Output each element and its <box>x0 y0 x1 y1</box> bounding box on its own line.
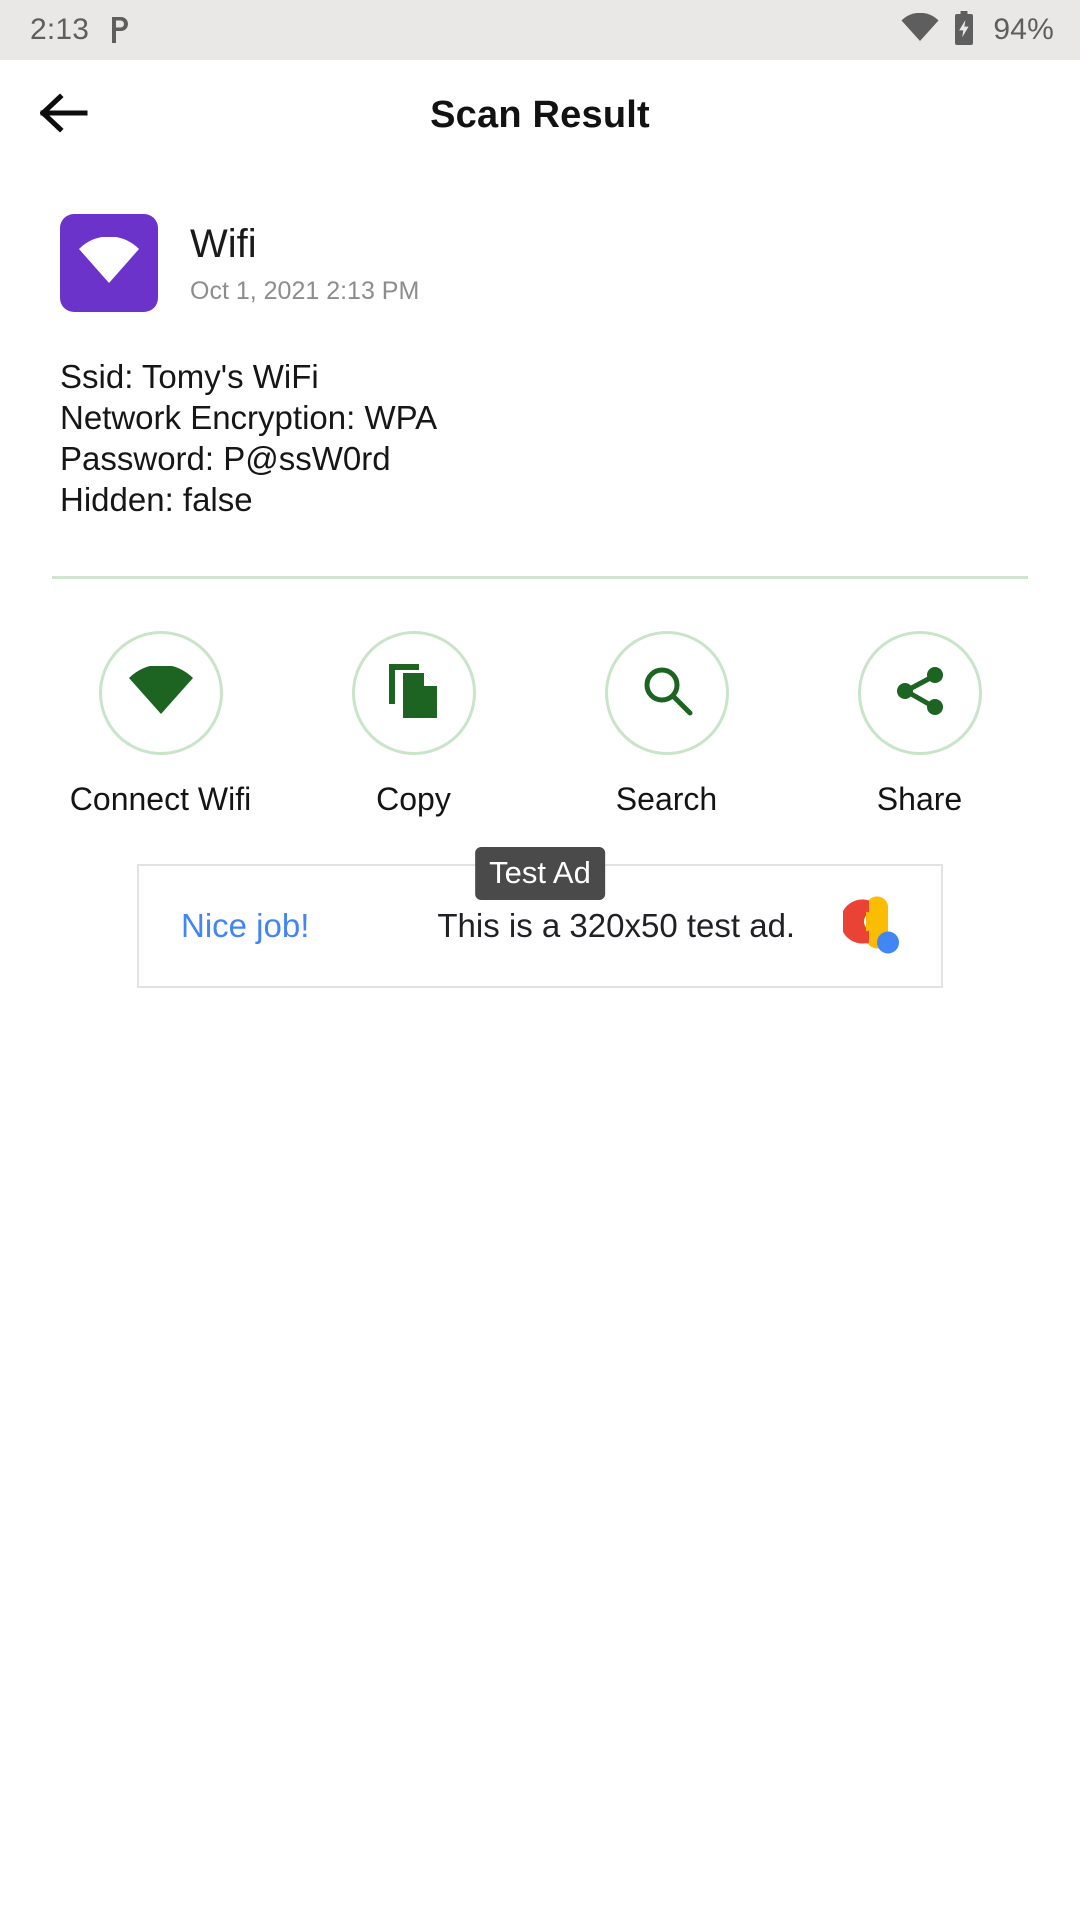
pushbullet-p-icon <box>109 15 131 45</box>
detail-line-ssid: Ssid: Tomy's WiFi <box>60 358 319 395</box>
status-bar-right: 94% <box>901 10 1054 50</box>
wifi-icon <box>901 12 939 48</box>
detail-line-hidden: Hidden: false <box>60 481 253 518</box>
status-bar-left: 2:13 <box>30 13 131 47</box>
scan-result-details: Ssid: Tomy's WiFi Network Encryption: WP… <box>60 356 1080 520</box>
search-icon <box>638 662 696 725</box>
action-search-circle[interactable] <box>604 631 729 755</box>
ad-banner[interactable]: Nice job! This is a 320x50 test ad. Test… <box>137 847 943 988</box>
ad-body-text: This is a 320x50 test ad. <box>437 907 796 944</box>
share-icon <box>891 662 949 725</box>
result-type-tile <box>60 214 158 312</box>
action-share-circle[interactable] <box>857 631 982 755</box>
back-button[interactable] <box>16 67 112 163</box>
action-copy-label: Copy <box>376 781 451 817</box>
action-connect-wifi[interactable]: Connect Wifi <box>34 631 287 818</box>
battery-charging-icon <box>953 10 975 50</box>
result-type-label: Wifi <box>190 221 257 266</box>
section-divider <box>52 576 1028 579</box>
admob-logo-icon <box>840 891 905 962</box>
action-connect-wifi-label: Connect Wifi <box>69 781 252 817</box>
status-bar-clock: 2:13 <box>30 13 90 46</box>
ad-banner-container: Nice job! This is a 320x50 test ad. Test… <box>0 847 1080 988</box>
result-header-text: Wifi Oct 1, 2021 2:13 PM <box>190 221 419 306</box>
wifi-icon <box>128 664 194 721</box>
result-timestamp: Oct 1, 2021 2:13 PM <box>190 276 420 305</box>
copy-icon <box>385 660 443 727</box>
wifi-icon <box>78 235 140 290</box>
action-connect-wifi-circle[interactable] <box>98 631 223 755</box>
battery-percentage: 94% <box>993 13 1054 46</box>
page-title: Scan Result <box>430 93 650 136</box>
action-copy[interactable]: Copy <box>287 631 540 818</box>
ad-cta-text[interactable]: Nice job! <box>181 907 309 945</box>
action-share[interactable]: Share <box>793 631 1046 818</box>
action-row: Connect Wifi Copy Search Share <box>0 631 1080 818</box>
arrow-left-icon <box>39 92 88 138</box>
action-search-label: Search <box>615 781 718 817</box>
ad-test-badge: Test Ad <box>475 847 605 900</box>
action-search[interactable]: Search <box>540 631 793 818</box>
action-share-label: Share <box>876 781 963 817</box>
detail-line-encryption: Network Encryption: WPA <box>60 399 438 436</box>
detail-line-password: Password: P@ssW0rd <box>60 440 391 477</box>
status-bar: 2:13 94% <box>0 0 1080 60</box>
scan-result-header: Wifi Oct 1, 2021 2:13 PM <box>0 170 1080 312</box>
app-bar: Scan Result <box>0 60 1080 170</box>
action-copy-circle[interactable] <box>351 631 476 755</box>
